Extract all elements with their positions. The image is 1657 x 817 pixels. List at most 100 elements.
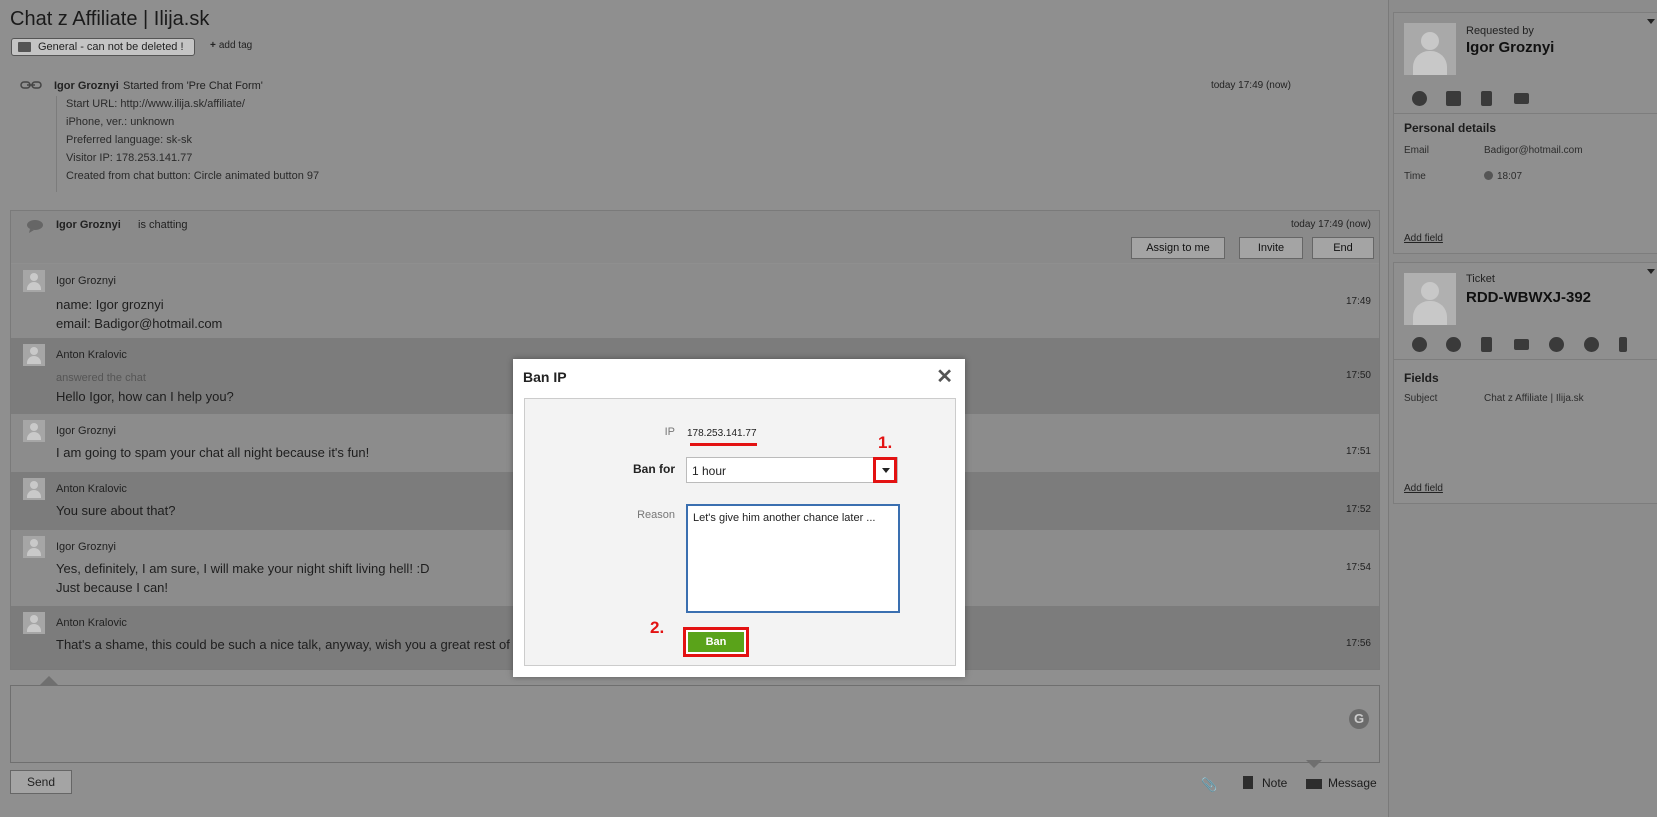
start-visitor-name: Igor Groznyi (54, 80, 119, 92)
chat-start-info: Igor Groznyi Started from 'Pre Chat Form… (0, 74, 1388, 196)
message-text: Hello Igor, how can I help you? (56, 389, 234, 404)
users-icon[interactable] (1446, 337, 1461, 352)
ticket-card: Ticket RDD-WBWXJ-392 Fields Subject Chat… (1393, 262, 1657, 504)
link-icon (20, 80, 42, 90)
monitor-icon[interactable] (1446, 91, 1461, 106)
start-description: Started from 'Pre Chat Form' (123, 80, 263, 92)
ip-value: 178.253.141.77 (687, 428, 757, 439)
document-icon[interactable] (1481, 337, 1492, 352)
detail-visitor-ip: Visitor IP: 178.253.141.77 (66, 152, 192, 164)
requester-name: Igor Groznyi (1466, 39, 1554, 56)
right-panel: Requested by Igor Groznyi Personal detai… (1388, 0, 1657, 817)
add-field-link[interactable]: Add field (1404, 233, 1443, 244)
chatting-status: is chatting (138, 219, 188, 231)
assign-to-me-button[interactable]: Assign to me (1131, 237, 1225, 259)
detail-device: iPhone, ver.: unknown (66, 116, 174, 128)
chevron-down-icon (882, 468, 890, 473)
ticket-label: Ticket (1466, 273, 1495, 285)
detail-chat-button: Created from chat button: Circle animate… (66, 170, 319, 182)
note-tab[interactable]: Note (1262, 776, 1287, 790)
message-author: Anton Kralovic (56, 617, 127, 629)
ban-button[interactable]: Ban (688, 632, 744, 652)
ban-ip-dialog: Ban IP ✕ IP 178.253.141.77 1. Ban for 1 … (513, 359, 965, 677)
send-button[interactable]: Send (10, 770, 72, 794)
ticket-tabs (1394, 331, 1657, 360)
close-icon[interactable]: ✕ (936, 368, 953, 386)
message-text: I am going to spam your chat all night b… (56, 445, 369, 460)
message-author: Anton Kralovic (56, 483, 127, 495)
end-button[interactable]: End (1312, 237, 1374, 259)
message-time: 17:54 (1346, 562, 1371, 573)
detail-start-url: Start URL: http://www.ilija.sk/affiliate… (66, 98, 245, 110)
info-icon[interactable] (1412, 91, 1427, 106)
time-value: 18:07 (1497, 171, 1522, 182)
ticket-id: RDD-WBWXJ-392 (1466, 289, 1591, 306)
message-row: Igor Groznyi name: Igor groznyi email: B… (11, 264, 1379, 338)
avatar (23, 536, 45, 558)
annotation-step-1: 1. (878, 433, 892, 453)
message-text: name: Igor groznyi (56, 297, 164, 312)
stopwatch-icon[interactable] (1584, 337, 1599, 352)
ticket-chat-icon (1404, 273, 1456, 325)
chat-bubble-icon (26, 219, 44, 233)
message-time: 17:52 (1346, 504, 1371, 515)
pie-chart-icon[interactable] (1549, 337, 1564, 352)
reason-label: Reason (637, 509, 675, 521)
add-tag-label: add tag (219, 40, 252, 51)
ban-duration-select[interactable]: 1 hour (686, 457, 898, 483)
attachment-icon[interactable]: 📎 (1201, 777, 1217, 793)
message-text: Just because I can! (56, 580, 168, 595)
ban-for-label: Ban for (633, 462, 675, 476)
requested-by-label: Requested by (1466, 25, 1534, 37)
message-time: 17:56 (1346, 638, 1371, 649)
chat-header: Igor Groznyi is chatting today 17:49 (no… (11, 211, 1379, 263)
tag-general[interactable]: General - can not be deleted ! (11, 38, 195, 56)
envelope-icon[interactable] (1514, 93, 1529, 104)
details-divider (56, 96, 57, 192)
message-author: Igor Groznyi (56, 541, 116, 553)
message-tab-notch (1306, 760, 1322, 768)
page-title: Chat z Affiliate | Ilija.sk (10, 8, 209, 31)
email-value: Badigor@hotmail.com (1484, 145, 1583, 156)
document-icon[interactable] (1481, 91, 1492, 106)
time-key: Time (1404, 171, 1426, 182)
avatar (23, 478, 45, 500)
message-input[interactable]: G (10, 685, 1380, 763)
detail-language: Preferred language: sk-sk (66, 134, 192, 146)
dialog-body: IP 178.253.141.77 1. Ban for 1 hour Reas… (524, 398, 956, 666)
message-text: You sure about that? (56, 503, 176, 518)
folder-icon (18, 42, 31, 52)
paperclip-icon[interactable] (1619, 337, 1627, 352)
annotation-step-2: 2. (650, 618, 664, 638)
subject-value: Chat z Affiliate | Ilija.sk (1484, 393, 1584, 404)
message-text: email: Badigor@hotmail.com (56, 316, 222, 331)
grammarly-icon[interactable]: G (1349, 709, 1369, 729)
reason-textarea[interactable]: Let's give him another chance later ... (686, 504, 900, 613)
message-author: Igor Groznyi (56, 275, 116, 287)
avatar (23, 420, 45, 442)
message-author: Igor Groznyi (56, 425, 116, 437)
envelope-check-icon[interactable] (1514, 339, 1529, 350)
dropdown-toggle[interactable] (873, 457, 897, 483)
personal-details-heading: Personal details (1404, 121, 1496, 135)
requester-avatar (1404, 23, 1456, 75)
message-time: 17:49 (1346, 296, 1371, 307)
envelope-icon[interactable] (1306, 779, 1322, 789)
message-text: That's a shame, this could be such a nic… (56, 637, 510, 652)
chevron-down-icon[interactable] (1647, 19, 1655, 24)
avatar (23, 270, 45, 292)
message-subtext: answered the chat (56, 372, 146, 384)
note-icon[interactable] (1243, 776, 1253, 789)
ip-highlight-underline (690, 443, 757, 446)
add-tag-link[interactable]: +add tag (210, 40, 252, 51)
chevron-down-icon[interactable] (1647, 269, 1655, 274)
requester-tabs (1394, 85, 1657, 114)
invite-button[interactable]: Invite (1239, 237, 1303, 259)
requester-card: Requested by Igor Groznyi Personal detai… (1393, 12, 1657, 254)
ban-button-highlight[interactable]: Ban (683, 627, 749, 657)
add-field-link[interactable]: Add field (1404, 483, 1443, 494)
info-icon[interactable] (1412, 337, 1427, 352)
message-time: 17:51 (1346, 446, 1371, 457)
message-tab[interactable]: Message (1328, 776, 1377, 790)
plus-icon: + (210, 40, 216, 51)
